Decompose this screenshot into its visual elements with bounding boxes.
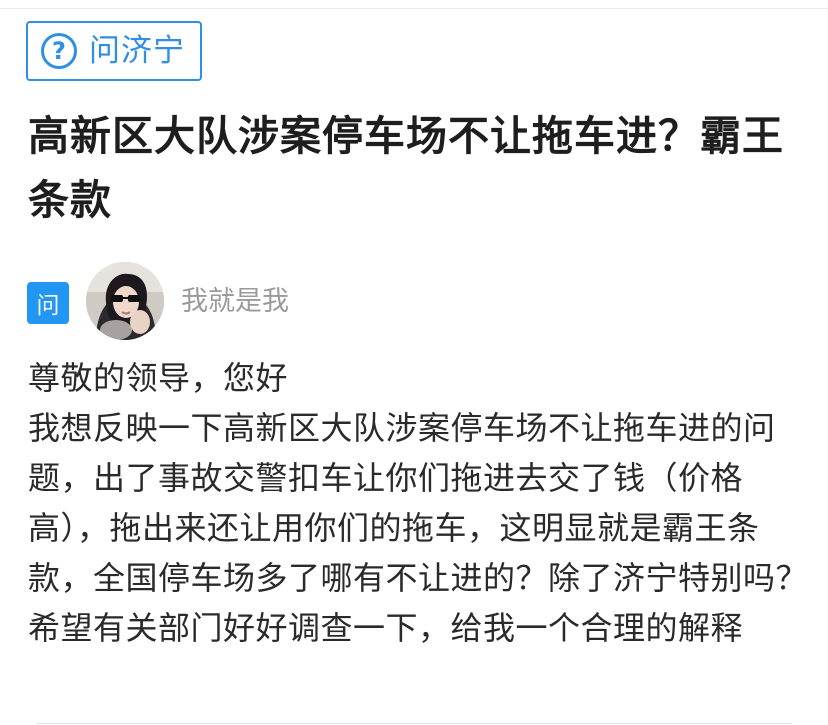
bottom-divider [36, 723, 792, 724]
question-circle-icon: ? [41, 33, 77, 69]
category-tag-label: 问济宁 [89, 32, 185, 69]
top-divider [0, 8, 828, 9]
avatar[interactable] [86, 262, 164, 340]
question-title: 高新区大队涉案停车场不让拖车进？霸王条款 [28, 112, 784, 224]
category-tag-wenjining[interactable]: ? 问济宁 [26, 21, 202, 81]
question-body: 尊敬的领导，您好 我想反映一下高新区大队涉案停车场不让拖车进的问题，出了事故交警… [28, 353, 808, 653]
greeting-text: 尊敬的领导，您好 [28, 359, 289, 397]
body-text: 我想反映一下高新区大队涉案停车场不让拖车进的问题，出了事故交警扣车让你们拖进去交… [28, 409, 809, 647]
avatar-image [86, 262, 164, 340]
ask-badge: 问 [27, 282, 69, 324]
asker-username[interactable]: 我就是我 [181, 286, 289, 318]
